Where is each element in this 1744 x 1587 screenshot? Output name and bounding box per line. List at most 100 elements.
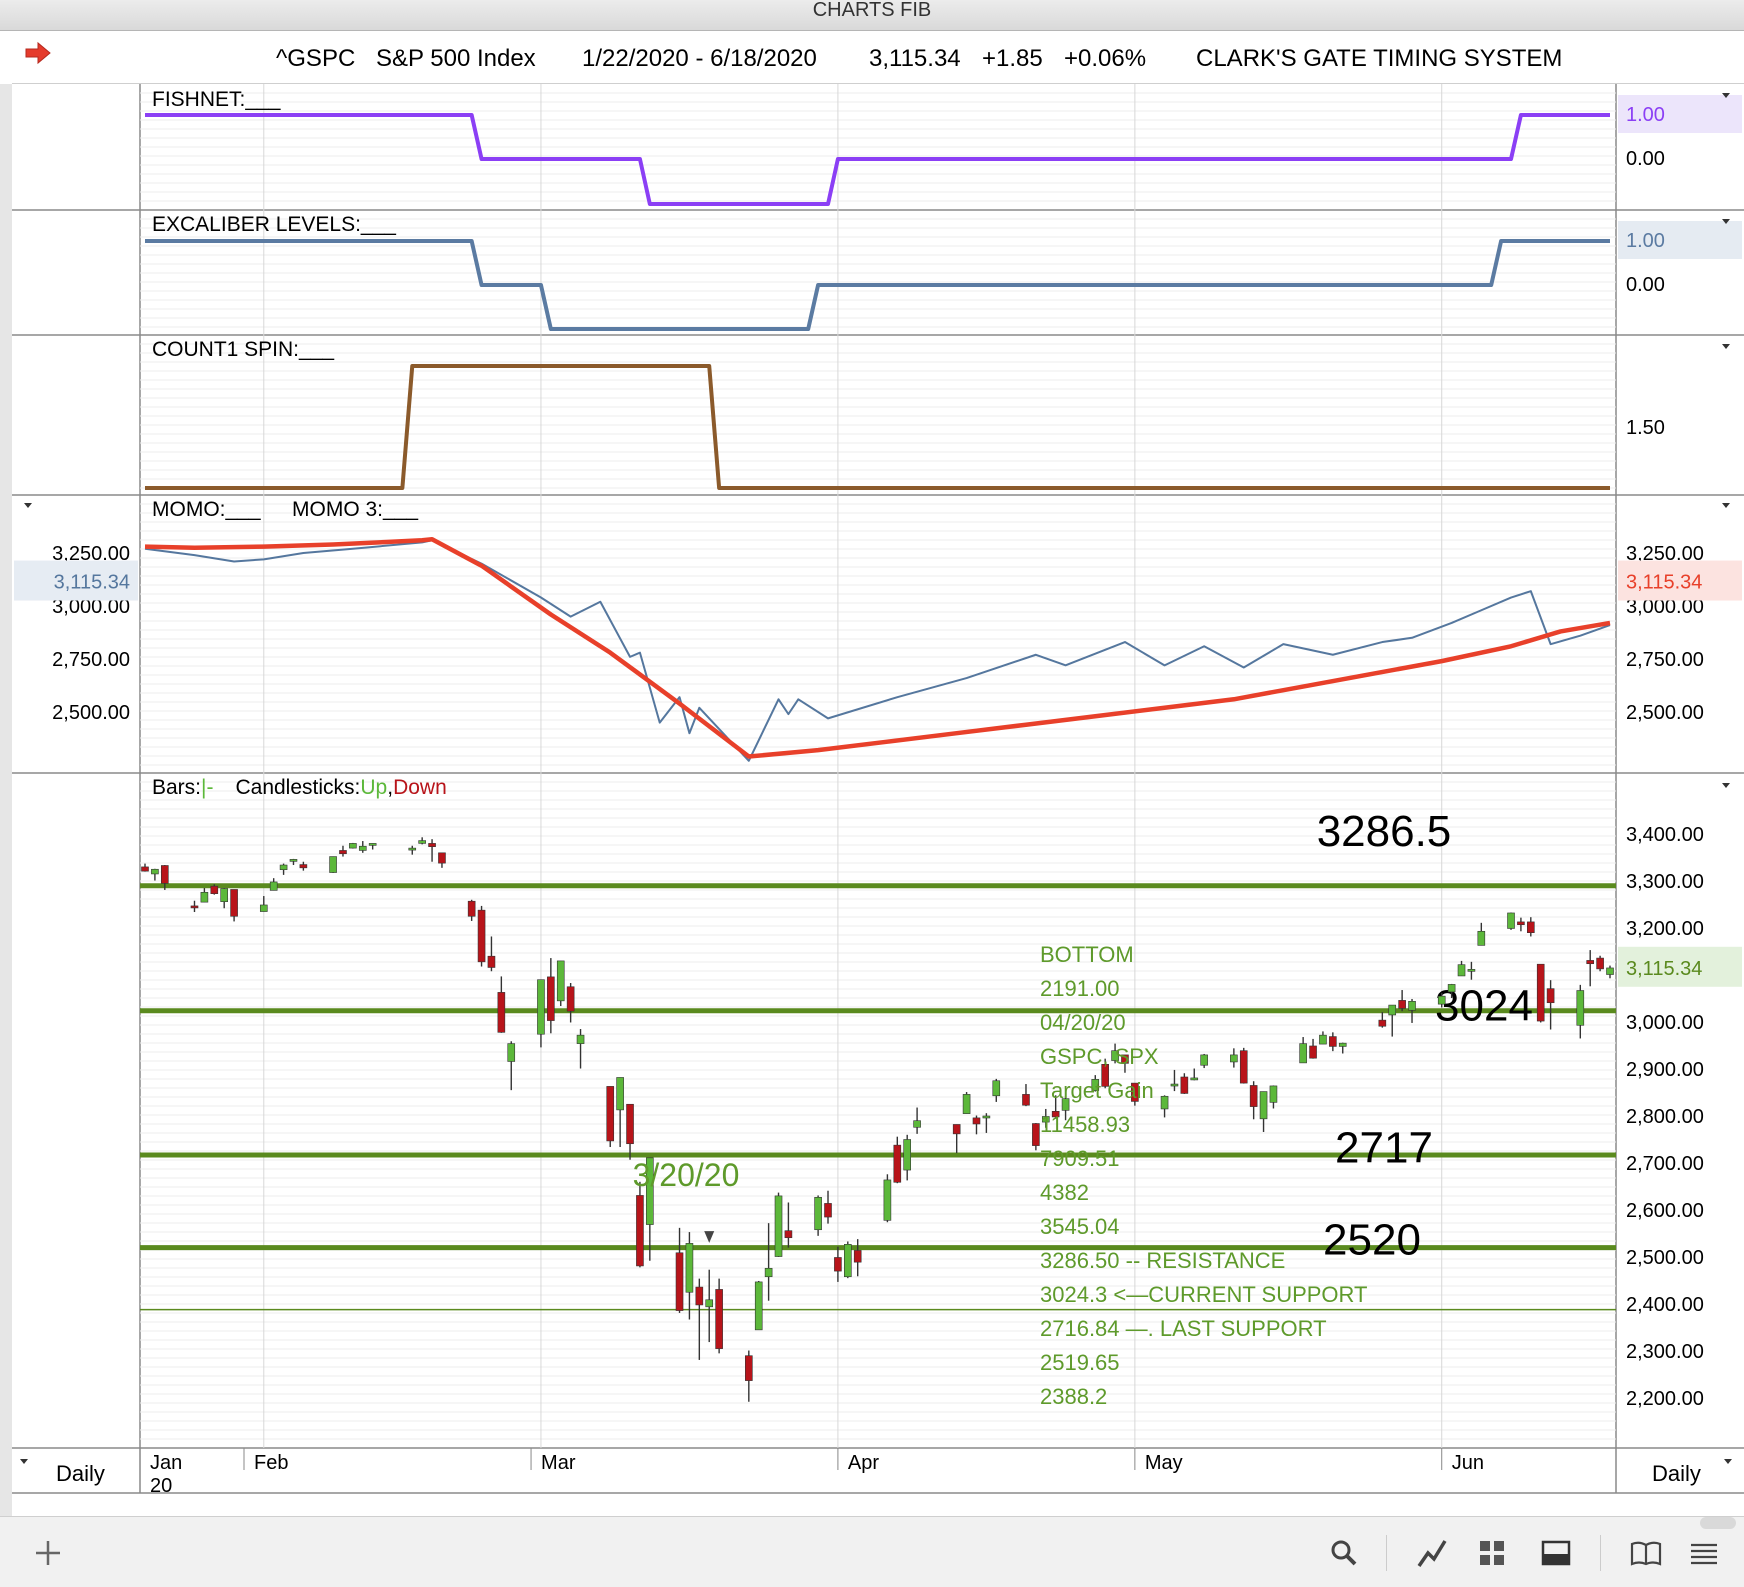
candle-up xyxy=(1606,967,1614,975)
excaliber-y-tick: 0.00 xyxy=(1626,274,1665,296)
candle-down xyxy=(467,900,476,917)
price-y-tick: 2,200.00 xyxy=(1626,1388,1704,1410)
annotation-line: Target Gain xyxy=(1040,1078,1154,1103)
grid-view-icon[interactable] xyxy=(1474,1535,1510,1571)
candle-down xyxy=(695,1286,704,1306)
candle-down xyxy=(824,1203,832,1218)
window-titlebar: CHARTS FIB xyxy=(0,0,1744,31)
candle-up xyxy=(1507,912,1515,929)
count1-y-tick: 1.50 xyxy=(1626,417,1665,439)
level-label: 2520 xyxy=(1323,1216,1421,1265)
candle-up xyxy=(537,979,545,1035)
excaliber-current-label: 1.00 xyxy=(1626,230,1665,252)
annotation-line: 11458.93 xyxy=(1040,1112,1130,1137)
x-tick-label: May xyxy=(1145,1452,1183,1474)
line-chart-icon[interactable] xyxy=(1414,1535,1450,1571)
add-icon[interactable] xyxy=(30,1535,66,1571)
candle-up xyxy=(576,1034,585,1044)
candle-up xyxy=(289,859,298,862)
price-y-tick: 2,800.00 xyxy=(1626,1106,1704,1128)
candle-up xyxy=(1388,1004,1397,1016)
candle-up xyxy=(1447,984,1456,993)
price-y-tick: 3,000.00 xyxy=(1626,1012,1704,1034)
momo-y-tick-left: 2,750.00 xyxy=(52,649,130,671)
candle-down xyxy=(547,976,555,1021)
candle-up xyxy=(1467,969,1476,972)
annotation-line: 7909.51 xyxy=(1040,1146,1120,1171)
red-arrow-icon[interactable] xyxy=(24,41,52,65)
candle-down xyxy=(1249,1085,1258,1107)
candle-down xyxy=(784,1230,793,1239)
candle-up xyxy=(368,843,377,846)
candle-down xyxy=(972,1117,981,1125)
candle-down xyxy=(1022,1094,1030,1106)
book-icon[interactable] xyxy=(1628,1535,1664,1571)
candle-down xyxy=(160,865,169,884)
candle-down xyxy=(438,852,446,864)
candle-down xyxy=(745,1355,753,1381)
candle-up xyxy=(220,888,228,902)
candle-down xyxy=(339,850,347,855)
candle-up xyxy=(1576,990,1585,1026)
last-price: 3,115.34 xyxy=(869,45,961,72)
price-change-pct: +0.06% xyxy=(1064,45,1147,72)
price-y-tick: 3,400.00 xyxy=(1626,824,1704,846)
symbol[interactable]: ^GSPC xyxy=(276,45,355,73)
panel-layout-icon[interactable] xyxy=(1538,1535,1574,1571)
candle-up xyxy=(418,840,426,844)
annotation-line: GSPC, SPX xyxy=(1040,1044,1159,1069)
level-label: 2717 xyxy=(1335,1124,1433,1173)
candle-down xyxy=(230,889,238,917)
annotation-line: 3545.04 xyxy=(1040,1214,1120,1239)
candle-up xyxy=(1259,1091,1268,1120)
candle-up xyxy=(349,843,357,849)
period-right[interactable]: Daily xyxy=(1652,1461,1701,1486)
search-icon[interactable] xyxy=(1326,1535,1362,1571)
candles-down: Down xyxy=(393,776,447,799)
candle-up xyxy=(329,856,337,873)
x-tick-label: Apr xyxy=(848,1452,879,1474)
annotation-line: 2716.84 —. LAST SUPPORT xyxy=(1040,1316,1327,1341)
candle-up xyxy=(1170,1083,1179,1087)
bars-label: Bars: xyxy=(152,776,201,799)
candle-up xyxy=(1457,964,1466,977)
candle-down xyxy=(1329,1036,1337,1047)
momo3-legend: MOMO 3:___ xyxy=(292,498,418,521)
momo-current-label-right: 3,115.34 xyxy=(1626,572,1702,594)
candle-up xyxy=(814,1197,822,1231)
candle-up xyxy=(774,1195,783,1257)
x-year-label: 20 xyxy=(150,1475,172,1497)
level-label: 3286.5 xyxy=(1317,807,1452,856)
price-y-tick: 2,500.00 xyxy=(1626,1247,1704,1269)
annotation-line: 2519.65 xyxy=(1040,1350,1120,1375)
candle-up xyxy=(151,868,159,875)
candle-up xyxy=(903,1139,911,1171)
candle-down xyxy=(834,1257,842,1272)
annotation-line: 3024.3 <—CURRENT SUPPORT xyxy=(1040,1282,1367,1307)
annotation-line: 3286.50 -- RESISTANCE xyxy=(1040,1248,1285,1273)
fishnet-current-label: 1.00 xyxy=(1626,104,1665,126)
scrollbar-thumb[interactable] xyxy=(1700,1517,1736,1529)
candle-down xyxy=(1239,1050,1248,1084)
index-name: S&P 500 Index xyxy=(376,45,536,72)
candle-up xyxy=(1269,1085,1278,1103)
candle-up xyxy=(883,1179,892,1221)
period-left[interactable]: Daily xyxy=(56,1461,105,1486)
candle-up xyxy=(259,904,268,912)
candles-up: Up xyxy=(360,776,387,799)
candle-down xyxy=(1378,1019,1387,1027)
momo-y-tick-right: 2,750.00 xyxy=(1626,649,1704,671)
count1-title: COUNT1 SPIN:___ xyxy=(152,338,334,361)
candle-up xyxy=(982,1115,991,1119)
candle-down xyxy=(1586,960,1595,965)
candle-down xyxy=(893,1144,902,1183)
candle-up xyxy=(358,845,367,851)
list-menu-icon[interactable] xyxy=(1686,1535,1722,1571)
candle-up xyxy=(279,864,288,871)
fishnet-y-tick: 0.00 xyxy=(1626,148,1665,170)
price-y-tick: 2,700.00 xyxy=(1626,1153,1704,1175)
price-change: +1.85 xyxy=(982,45,1043,72)
date-annotation: 3/20/20 xyxy=(633,1157,740,1193)
candle-up xyxy=(1190,1077,1199,1081)
window-title: CHARTS FIB xyxy=(812,0,932,21)
